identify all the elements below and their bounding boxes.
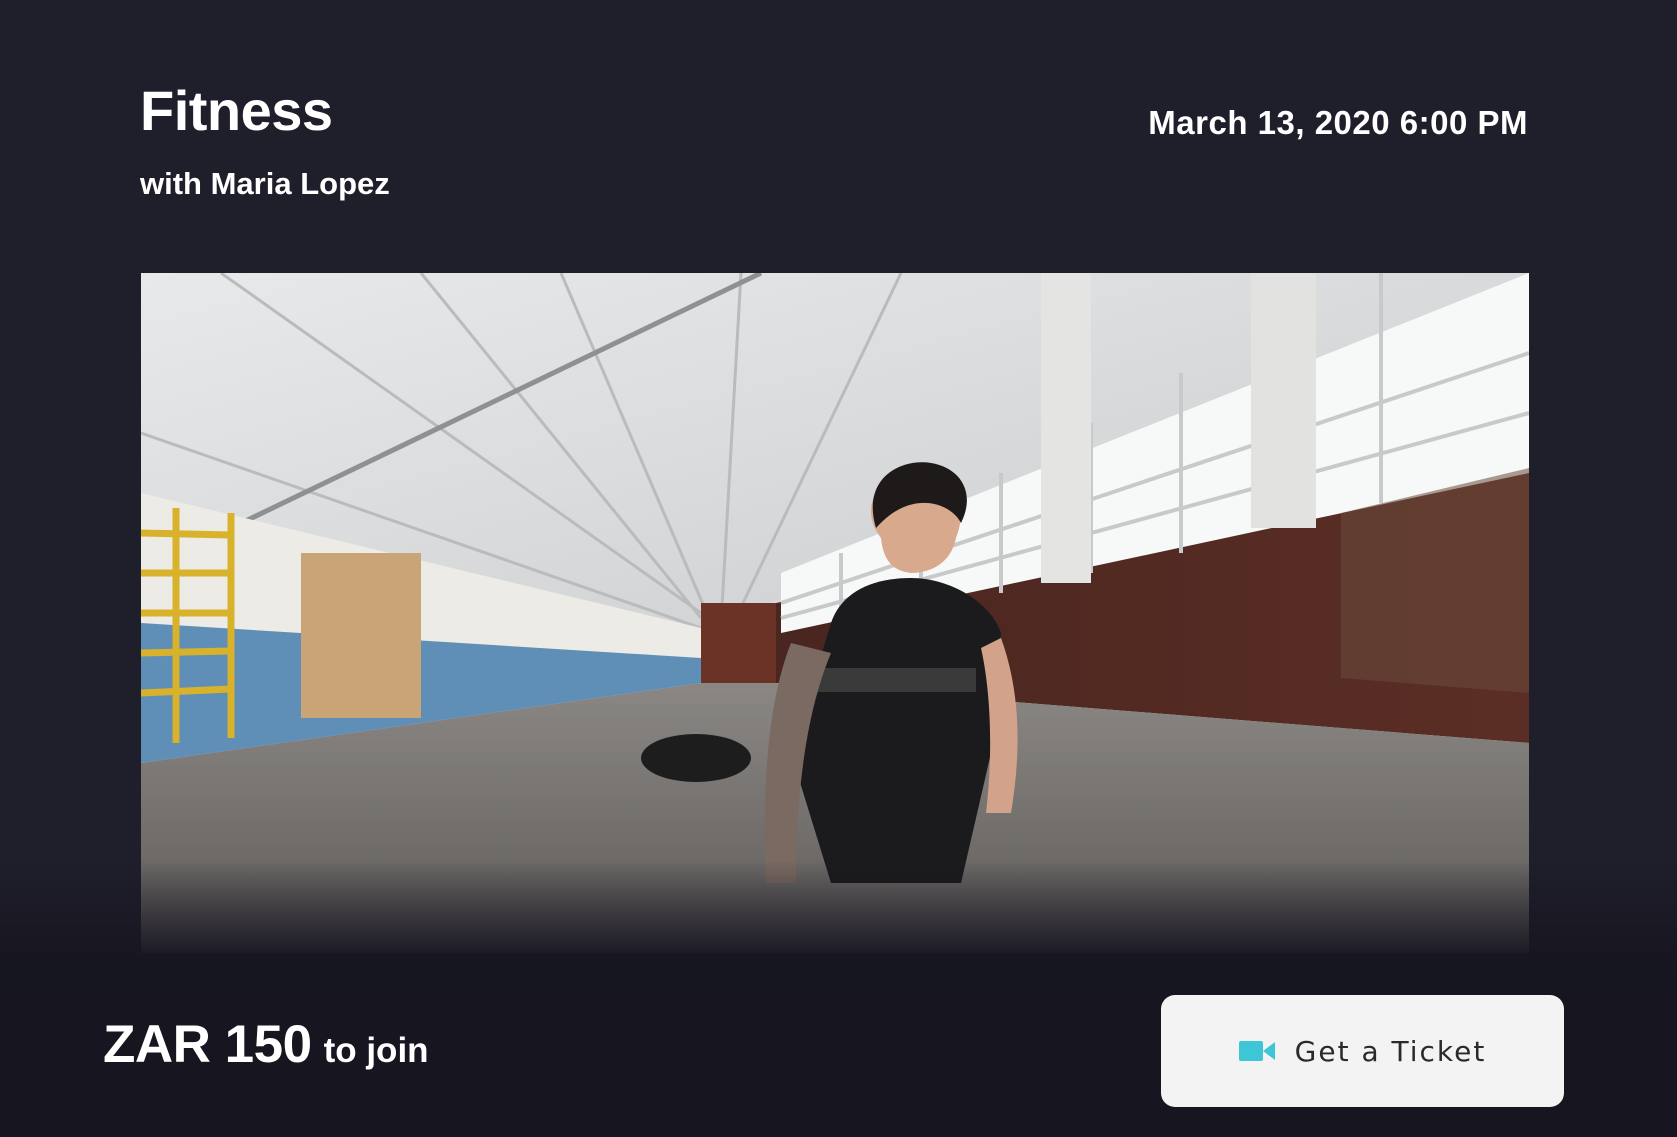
get-ticket-button[interactable]: Get a Ticket [1161, 995, 1564, 1107]
price-amount: ZAR 150 [103, 1015, 312, 1074]
hero-image [141, 273, 1529, 953]
event-title: Fitness [140, 79, 333, 142]
get-ticket-label: Get a Ticket [1294, 1034, 1487, 1068]
event-card: Fitness with Maria Lopez March 13, 2020 … [0, 0, 1677, 1137]
gym-photo [141, 273, 1529, 953]
price-info: ZAR 150 to join [103, 1014, 429, 1075]
video-camera-icon [1238, 1039, 1275, 1063]
event-datetime: March 13, 2020 6:00 PM [1148, 104, 1528, 141]
event-host: with Maria Lopez [140, 166, 390, 201]
price-suffix: to join [323, 1031, 429, 1070]
